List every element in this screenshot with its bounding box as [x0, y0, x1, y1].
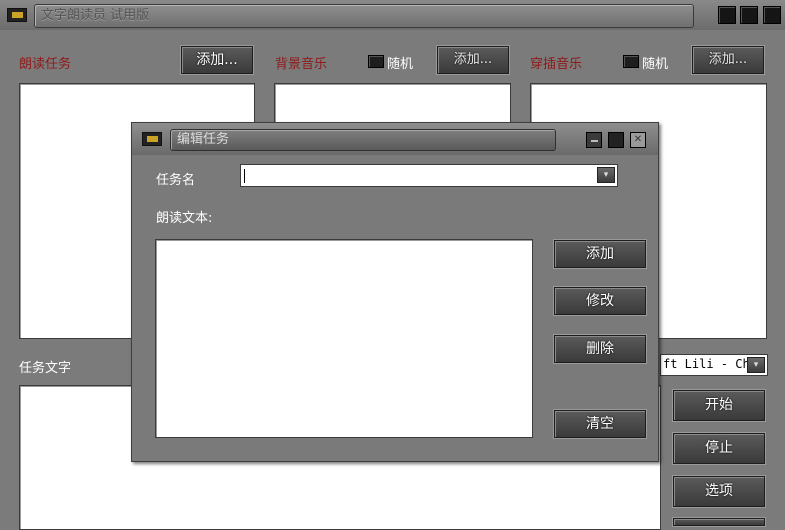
dialog-add-button[interactable]: 添加: [554, 240, 646, 268]
add-bg-music-button[interactable]: 添加...: [437, 46, 509, 74]
dialog-monitor-icon: [142, 132, 162, 146]
dialog-title-bar: 编辑任务 ✕: [132, 123, 658, 155]
chevron-down-icon[interactable]: ▾: [597, 167, 615, 183]
dialog-maximize-button[interactable]: [608, 132, 624, 148]
dialog-modify-button[interactable]: 修改: [554, 287, 646, 315]
reading-tasks-label: 朗读任务: [19, 57, 72, 72]
dialog-close-button[interactable]: ✕: [630, 132, 646, 148]
bg-music-random-label: 随机: [387, 57, 414, 72]
stop-button[interactable]: 停止: [673, 433, 765, 464]
text-caret: [244, 169, 245, 183]
bg-music-random-checkbox[interactable]: [368, 55, 384, 68]
task-text-label: 任务文字: [19, 361, 72, 376]
add-insert-music-button[interactable]: 添加...: [692, 46, 764, 74]
dialog-minimize-button[interactable]: [586, 132, 602, 148]
options-button[interactable]: 选项: [673, 476, 765, 507]
reading-text-area[interactable]: [155, 239, 533, 438]
reading-text-label: 朗读文本:: [156, 211, 213, 226]
insert-music-label: 穿插音乐: [530, 57, 583, 72]
task-name-label: 任务名: [156, 173, 196, 188]
voice-select[interactable]: ft Lili - Ch ▾: [660, 354, 768, 376]
title-bar: 文字朗读员 试用版: [0, 0, 785, 30]
more-button[interactable]: [673, 518, 765, 526]
edit-task-dialog: 编辑任务 ✕ 任务名 ▾ 朗读文本: 添加 修改 删除 清空: [131, 122, 659, 462]
dialog-clear-button[interactable]: 清空: [554, 410, 646, 438]
start-button[interactable]: 开始: [673, 390, 765, 421]
maximize-button[interactable]: [740, 6, 758, 24]
insert-music-random-checkbox[interactable]: [623, 55, 639, 68]
app-monitor-icon: [7, 8, 27, 22]
task-name-field[interactable]: ▾: [240, 164, 618, 187]
close-button[interactable]: [763, 6, 781, 24]
add-reading-task-button[interactable]: 添加...: [181, 46, 253, 74]
insert-music-random-label: 随机: [642, 57, 669, 72]
dialog-title: 编辑任务: [170, 129, 556, 151]
bg-music-label: 背景音乐: [275, 57, 328, 72]
chevron-down-icon[interactable]: ▾: [747, 357, 765, 373]
dialog-delete-button[interactable]: 删除: [554, 335, 646, 363]
voice-select-value: ft Lili - Ch: [663, 357, 747, 371]
window-title: 文字朗读员 试用版: [34, 4, 694, 28]
minimize-button[interactable]: [718, 6, 736, 24]
